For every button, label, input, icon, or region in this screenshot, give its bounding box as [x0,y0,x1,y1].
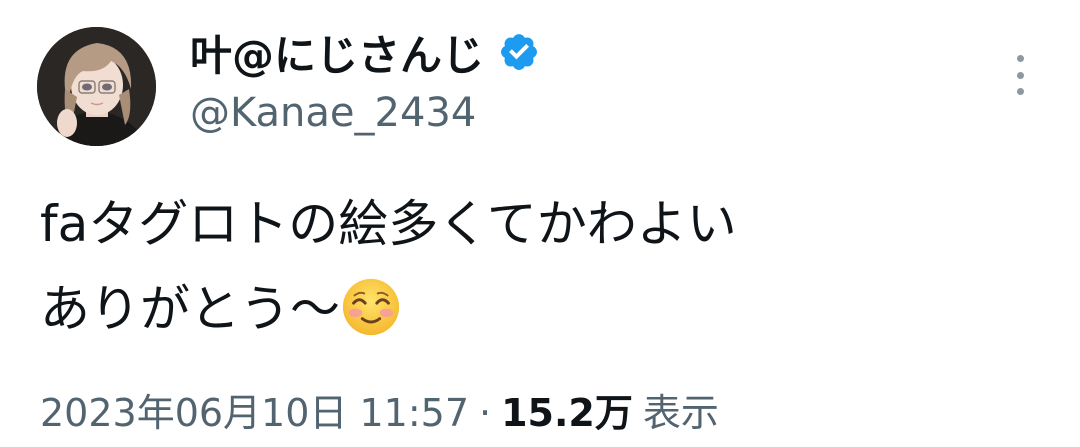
tweet-timestamp[interactable]: 2023年06月10日 11:57 [40,382,469,437]
smiling-face-with-blush-emoji [340,276,402,338]
tweet-line-2-text: ありがとう〜 [40,280,340,338]
views-count: 15.2万 [501,391,633,435]
tweet-header: 叶@にじさんじ @Kanae_2434 [190,22,1000,136]
author-display-name[interactable]: 叶@にじさんじ [190,22,484,83]
tweet-text: faタグロトの絵多くてかわよい ありがとう〜 [40,182,1040,352]
more-vertical-icon[interactable] [1010,55,1030,95]
meta-separator: · [479,391,492,435]
more-dot [1016,88,1024,95]
name-row: 叶@にじさんじ [190,22,1000,82]
more-dot [1016,71,1024,79]
more-dot [1016,55,1024,62]
verified-badge-icon[interactable] [498,31,540,73]
author-handle[interactable]: @Kanae_2434 [190,90,1000,136]
avatar[interactable] [37,27,156,146]
views-label: 表示 [642,391,719,435]
tweet-line-1: faタグロトの絵多くてかわよい [40,195,737,253]
tweet-meta: 2023年06月10日 11:57 · 15.2万 表示 [40,382,719,437]
tweet-line-2: ありがとう〜 [40,267,1040,352]
avatar-image [37,27,156,146]
